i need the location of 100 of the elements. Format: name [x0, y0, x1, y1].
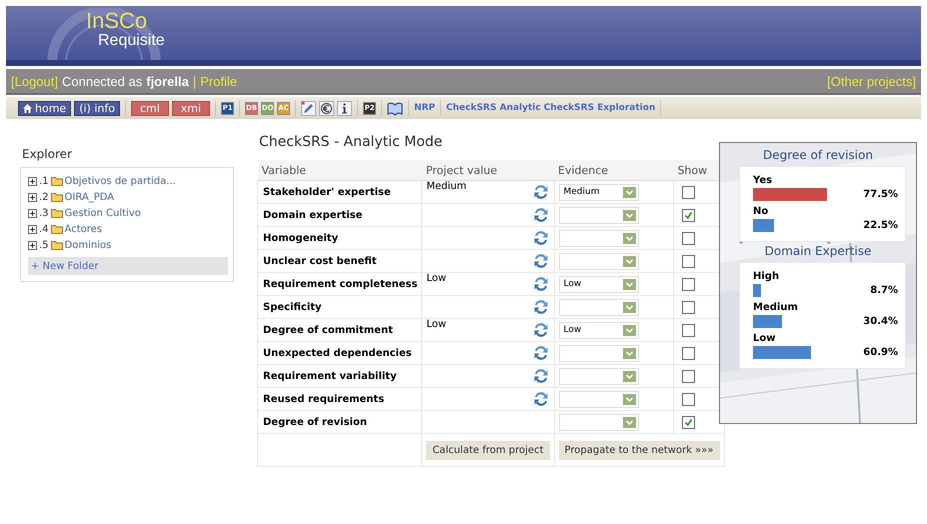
expand-icon[interactable]: [28, 240, 37, 250]
logo-title: InSCo: [86, 10, 148, 32]
probability-value: 30.4%: [863, 316, 898, 327]
dropdown-arrow-icon: [622, 278, 636, 290]
variable-cell: Requirement completeness: [258, 272, 422, 296]
folder-link[interactable]: Dominios: [64, 240, 112, 250]
dropdown-arrow-icon: [622, 324, 636, 336]
folder-link[interactable]: Objetivos de partida...: [64, 176, 176, 186]
column-header: Project value: [422, 160, 554, 180]
probability-value: 8.7%: [870, 285, 898, 296]
variable-cell: Stakeholder' expertise: [258, 180, 422, 204]
expand-icon[interactable]: [28, 192, 37, 202]
show-checkbox[interactable]: [682, 300, 695, 314]
euro-icon[interactable]: [319, 100, 334, 116]
dropdown-arrow-icon: [622, 370, 636, 382]
item-number: .4: [39, 224, 49, 234]
separator-text: |: [192, 74, 196, 88]
refresh-icon[interactable]: [532, 229, 550, 247]
show-checkbox[interactable]: [682, 346, 695, 360]
dropdown-arrow-icon: [622, 394, 636, 404]
refresh-icon[interactable]: [532, 252, 550, 270]
show-checkbox[interactable]: [682, 324, 695, 336]
dropdown-arrow-icon: [622, 302, 636, 312]
refresh-icon[interactable]: [532, 390, 550, 408]
evidence-dropdown[interactable]: Medium: [558, 184, 638, 200]
show-checkbox[interactable]: [682, 278, 695, 290]
logo-subtitle: Requisite: [98, 32, 165, 49]
probability-value: 77.5%: [863, 189, 898, 200]
item-number: .1: [39, 176, 49, 186]
refresh-icon[interactable]: [532, 183, 550, 201]
folder-icon: [50, 240, 63, 250]
show-checkbox[interactable]: [682, 370, 695, 382]
export-button[interactable]: cml: [130, 100, 169, 116]
propagate-button[interactable]: Propagate to the network »»»: [558, 440, 720, 460]
chart-title: Degree of revision: [762, 148, 874, 162]
info-button[interactable]: (i) info: [74, 100, 120, 116]
pencil-icon[interactable]: [301, 100, 316, 116]
dropdown-arrow-icon: [622, 232, 636, 244]
evidence-dropdown[interactable]: Low: [558, 322, 638, 338]
folder-icon: [50, 208, 63, 218]
item-number: .3: [39, 208, 49, 218]
book-icon[interactable]: [387, 100, 404, 116]
nav-link[interactable]: CheckSRS Exploration: [544, 103, 656, 113]
refresh-icon[interactable]: [532, 298, 550, 316]
item-number: .5: [39, 240, 49, 250]
dropdown-arrow-icon: [622, 186, 636, 198]
folder-link[interactable]: Gestion Cultivo: [64, 208, 141, 218]
project-value: Medium: [426, 181, 466, 192]
nav-link[interactable]: NRP: [414, 103, 436, 113]
project-value: Low: [426, 273, 446, 284]
dropdown-arrow-icon: [622, 256, 636, 266]
state-label: High: [753, 271, 780, 282]
show-checkbox[interactable]: [682, 208, 695, 222]
expand-icon[interactable]: [28, 176, 37, 186]
folder-icon: [50, 176, 63, 186]
page-title: CheckSRS - Analytic Mode: [259, 134, 444, 150]
info-icon[interactable]: [337, 100, 352, 116]
variable-cell: Specificity: [258, 296, 422, 318]
home-button[interactable]: home: [18, 100, 72, 116]
logout-link[interactable]: [Logout]: [11, 74, 58, 88]
folder-link[interactable]: OIRA_PDA: [64, 192, 114, 202]
refresh-icon[interactable]: [532, 344, 550, 362]
chart-title: Domain Expertise: [764, 244, 872, 258]
folder-link[interactable]: Actores: [64, 224, 102, 234]
project-value: Low: [426, 319, 446, 330]
variable-cell: Domain expertise: [258, 204, 422, 226]
refresh-icon[interactable]: [532, 367, 550, 385]
show-checkbox[interactable]: [682, 232, 695, 244]
show-checkbox[interactable]: [682, 254, 695, 268]
evidence-dropdown[interactable]: Low: [558, 276, 638, 292]
refresh-icon[interactable]: [532, 275, 550, 293]
variable-cell: Homogeneity: [258, 226, 422, 250]
new-folder-button[interactable]: + New Folder: [28, 257, 228, 275]
variable-cell: Reused requirements: [258, 388, 422, 410]
nav-link[interactable]: CheckSRS Analytic: [446, 103, 541, 113]
explorer-title: Explorer: [22, 147, 73, 161]
export-button[interactable]: xmi: [172, 100, 210, 116]
probability-value: 60.9%: [863, 347, 898, 358]
state-label: No: [753, 206, 770, 217]
variable-cell: Unclear cost benefit: [258, 250, 422, 272]
folder-icon: [50, 192, 63, 202]
expand-icon[interactable]: [28, 224, 37, 234]
other-projects-link[interactable]: [Other projects]: [827, 74, 916, 88]
show-checkbox[interactable]: [682, 186, 695, 198]
column-header: Evidence: [554, 160, 674, 180]
show-checkbox[interactable]: [682, 392, 695, 406]
refresh-icon[interactable]: [532, 321, 550, 339]
column-header: Variable: [258, 160, 422, 180]
expand-icon[interactable]: [28, 208, 37, 218]
variable-cell: Requirement variability: [258, 364, 422, 388]
home-icon: [23, 104, 32, 112]
folder-icon: [50, 224, 63, 234]
connected-label: Connected as: [62, 74, 142, 88]
show-checkbox[interactable]: [682, 416, 695, 428]
probability-value: 22.5%: [863, 220, 898, 231]
state-label: Medium: [753, 302, 799, 313]
refresh-icon[interactable]: [532, 206, 550, 224]
calculate-button[interactable]: Calculate from project: [426, 440, 550, 460]
dropdown-arrow-icon: [622, 210, 636, 220]
profile-link[interactable]: Profile: [200, 74, 238, 88]
